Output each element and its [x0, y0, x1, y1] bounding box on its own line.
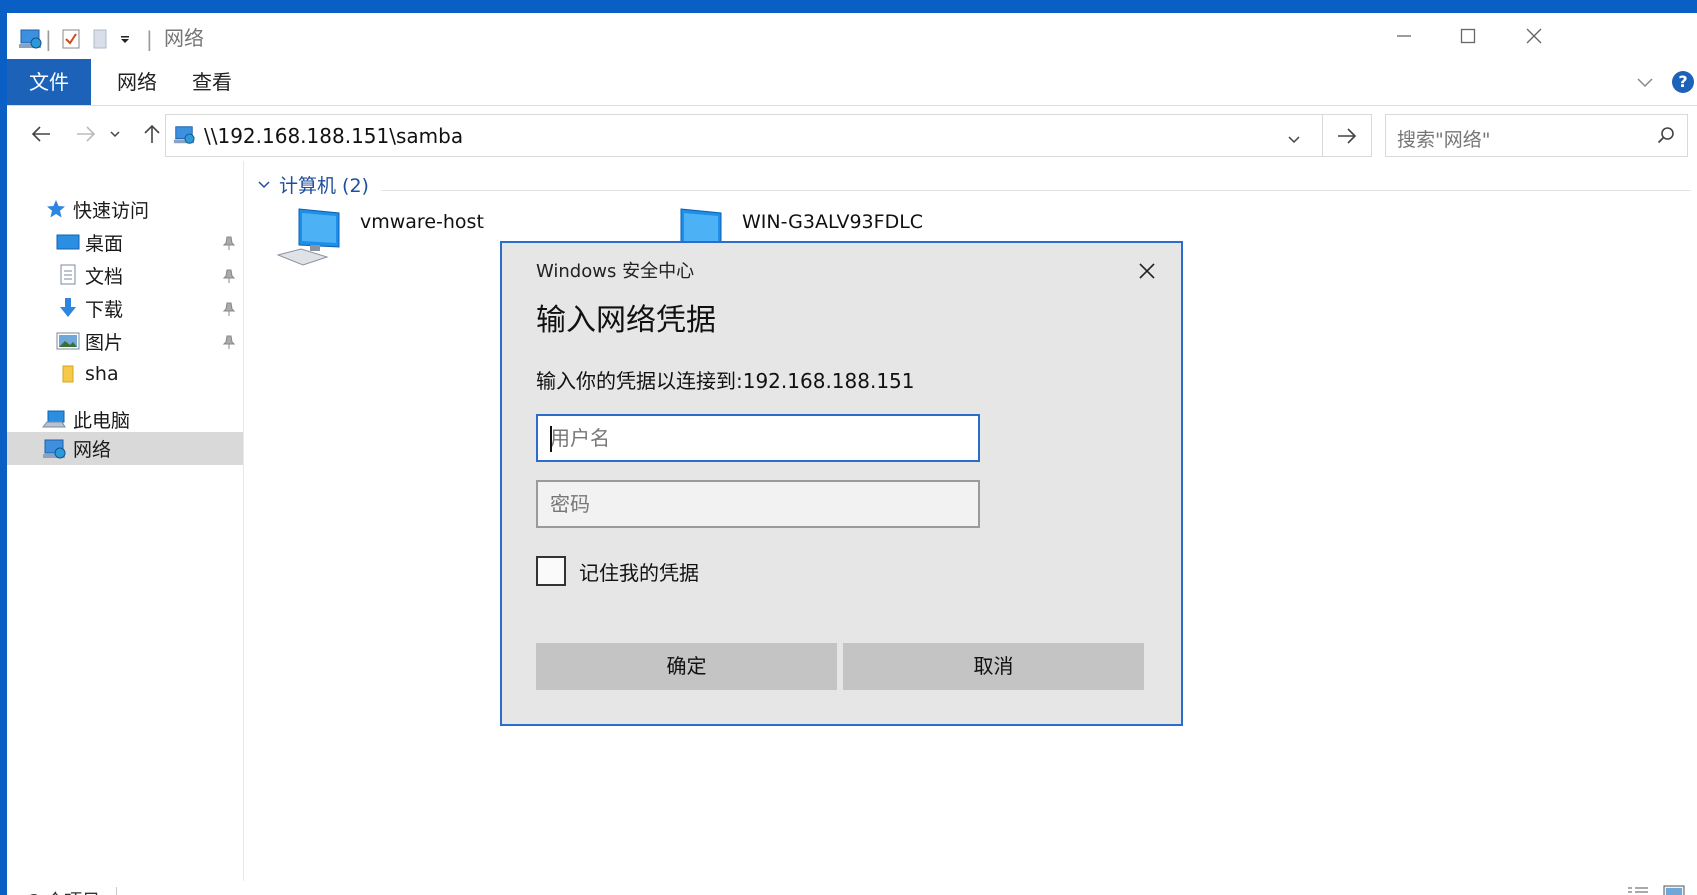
customize-toolbar-chevron-icon[interactable] — [119, 27, 131, 51]
dialog-title: 输入网络凭据 — [536, 303, 716, 338]
document-icon — [56, 263, 80, 287]
sidebar-item-downloads[interactable]: 下载 — [7, 290, 243, 326]
item-count: 2 个项目 — [29, 887, 100, 895]
sidebar-item-desktop[interactable]: 桌面 — [7, 224, 243, 260]
dialog-message: 输入你的凭据以连接到:192.168.188.151 — [536, 369, 915, 393]
group-header-label: 计算机 (2) — [279, 175, 369, 197]
sidebar-item-label: 此电脑 — [73, 409, 131, 432]
window-title: 网络 — [164, 26, 204, 50]
minimize-button[interactable] — [1374, 17, 1434, 55]
sidebar-item-sha[interactable]: sha — [7, 356, 243, 392]
address-path: \\192.168.188.151\samba — [204, 124, 464, 148]
dialog-caption: Windows 安全中心 — [536, 261, 695, 282]
picture-icon — [56, 329, 80, 353]
search-input[interactable]: 搜索"网络" — [1385, 114, 1688, 157]
sidebar-item-pictures[interactable]: 图片 — [7, 323, 243, 359]
search-icon[interactable] — [1657, 126, 1675, 148]
remember-credentials-label[interactable]: 记住我的凭据 — [579, 557, 699, 586]
divider — [116, 887, 117, 895]
details-view-icon[interactable] — [1627, 885, 1649, 895]
sidebar-item-label: 桌面 — [85, 232, 124, 255]
close-icon — [1139, 263, 1155, 279]
group-header-computers[interactable]: 计算机 (2) — [257, 171, 369, 198]
search-placeholder: 搜索"网络" — [1397, 129, 1491, 151]
password-field[interactable]: 密码 — [536, 480, 980, 528]
separator: | — [146, 27, 153, 51]
ribbon-tabs: 文件 网络 查看 ? — [7, 59, 1697, 106]
status-bar: 2 个项目 — [7, 881, 1697, 895]
tab-view[interactable]: 查看 — [178, 59, 246, 105]
group-divider — [381, 190, 1691, 191]
properties-icon[interactable] — [62, 27, 80, 51]
forward-button[interactable] — [69, 117, 103, 151]
sidebar-item-network[interactable]: 网络 — [7, 432, 243, 465]
folder-icon — [56, 362, 80, 386]
download-arrow-icon — [56, 296, 80, 320]
remember-credentials-checkbox[interactable] — [536, 556, 566, 586]
new-folder-icon[interactable] — [92, 27, 108, 51]
dialog-close-button[interactable] — [1129, 253, 1165, 289]
close-button[interactable] — [1504, 17, 1564, 55]
star-icon — [44, 197, 68, 221]
username-placeholder: 用户名 — [550, 426, 610, 450]
tab-network[interactable]: 网络 — [105, 59, 169, 105]
chevron-down-icon — [258, 180, 270, 188]
credential-dialog: Windows 安全中心 输入网络凭据 输入你的凭据以连接到:192.168.1… — [500, 241, 1183, 726]
sidebar-item-label: sha — [85, 363, 119, 385]
recent-locations-chevron-icon[interactable] — [105, 117, 125, 151]
ok-button[interactable]: 确定 — [536, 643, 837, 690]
pin-icon[interactable] — [221, 300, 237, 316]
pin-icon[interactable] — [221, 267, 237, 283]
sidebar-item-quick-access[interactable]: 快速访问 — [7, 191, 243, 227]
maximize-button[interactable] — [1438, 17, 1498, 55]
computer-icon — [276, 205, 347, 273]
username-field[interactable]: 用户名 — [536, 414, 980, 462]
address-bar[interactable]: \\192.168.188.151\samba — [165, 114, 1323, 157]
go-button[interactable] — [1323, 114, 1372, 157]
address-dropdown-chevron-icon[interactable] — [1287, 130, 1301, 149]
password-placeholder: 密码 — [550, 492, 590, 516]
computer-icon — [42, 407, 66, 431]
help-icon[interactable]: ? — [1672, 71, 1694, 93]
large-icons-view-icon[interactable] — [1663, 885, 1685, 895]
sidebar-item-label: 图片 — [85, 331, 124, 354]
tab-file[interactable]: 文件 — [7, 59, 91, 105]
back-button[interactable] — [24, 117, 58, 151]
sidebar-item-label: 下载 — [85, 298, 124, 321]
computer-name: WIN-G3ALV93FDLC — [742, 211, 924, 233]
pin-icon[interactable] — [221, 333, 237, 349]
navigation-bar: \\192.168.188.151\samba 搜索"网络" — [7, 105, 1697, 161]
pin-icon[interactable] — [221, 234, 237, 250]
arrow-right-icon — [1338, 127, 1357, 144]
network-icon — [42, 437, 66, 461]
sidebar-item-label: 快速访问 — [73, 199, 150, 222]
cancel-button[interactable]: 取消 — [843, 643, 1144, 690]
network-icon — [18, 27, 42, 51]
sidebar-item-label: 网络 — [73, 439, 112, 461]
sidebar-item-label: 文档 — [85, 265, 124, 288]
navigation-pane: 快速访问 桌面 文档 下载 图片 sha 此电脑 网络 — [7, 161, 244, 881]
computer-name: vmware-host — [360, 211, 484, 233]
expand-ribbon-chevron-icon[interactable] — [1636, 74, 1654, 93]
text-caret — [550, 426, 552, 452]
title-bar: | | 网络 — [7, 13, 1697, 59]
network-icon — [173, 124, 195, 150]
up-button[interactable] — [135, 117, 169, 151]
desktop-icon — [56, 230, 80, 254]
sidebar-item-documents[interactable]: 文档 — [7, 257, 243, 293]
separator: | — [45, 27, 52, 51]
